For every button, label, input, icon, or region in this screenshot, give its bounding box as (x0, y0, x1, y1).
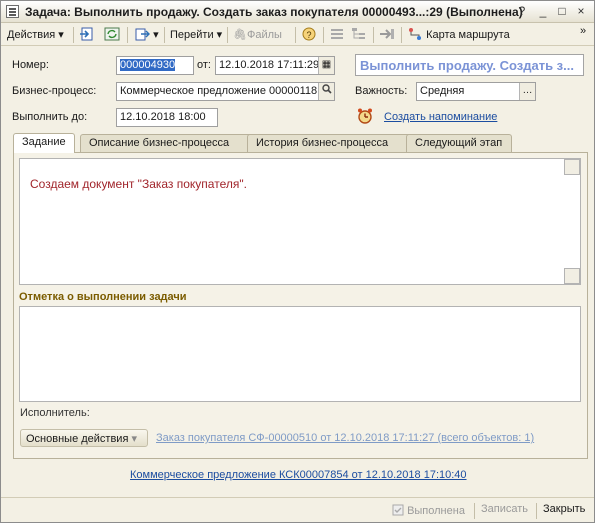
bottom-separator (474, 503, 475, 519)
toolbar-separator (295, 27, 296, 43)
redirect-button[interactable] (379, 27, 395, 43)
toolbar-separator (227, 27, 228, 43)
structure-button[interactable] (351, 27, 367, 43)
scroll-up-button[interactable] (564, 159, 580, 175)
chevron-down-icon: ▾ (58, 29, 64, 41)
document-icon (6, 5, 19, 18)
help-button[interactable]: ? (514, 4, 530, 19)
create-based-on-button[interactable]: ▾ (134, 27, 159, 43)
task-window: Задача: Выполнить продажу. Создать заказ… (0, 0, 595, 523)
list-icon (331, 29, 343, 39)
importance-field[interactable]: Средняя … (416, 82, 536, 101)
date-value: 12.10.2018 17:11:29 (219, 59, 320, 71)
bottom-bar: Выполнена Записать Закрыть (1, 497, 594, 522)
due-value: 12.10.2018 18:00 (120, 111, 206, 123)
actions-menu-label: Действия (7, 29, 56, 41)
help-icon: ? (302, 27, 316, 41)
date-label: от: (197, 59, 211, 71)
header-caption: Выполнить продажу. Создать з... (355, 54, 584, 76)
goto-menu[interactable]: Перейти ▾ (170, 27, 222, 43)
completion-heading: Отметка о выполнении задачи (19, 291, 187, 303)
tab-strip: Задание Описание бизнес-процесса История… (13, 133, 586, 153)
refresh-button[interactable] (104, 27, 120, 43)
create-based-icon (135, 28, 150, 41)
actions-menu[interactable]: Действия ▾ (7, 27, 64, 43)
route-map-label: Карта маршрута (426, 29, 510, 41)
alarm-clock-icon (358, 108, 372, 124)
list-view-button[interactable] (329, 27, 345, 43)
related-order-link[interactable]: Заказ покупателя СФ-00000510 от 12.10.20… (156, 432, 534, 444)
chevron-down-icon: ▾ (131, 433, 138, 445)
toolbar-separator (164, 27, 165, 43)
toolbar-overflow-button[interactable]: » (580, 24, 586, 40)
done-button[interactable]: Выполнена (392, 503, 465, 517)
close-button[interactable]: Закрыть (543, 503, 585, 515)
bottom-separator (536, 503, 537, 519)
svg-text:?: ? (306, 30, 311, 40)
due-field[interactable]: 12.10.2018 18:00 (116, 108, 218, 127)
done-label: Выполнена (407, 505, 465, 517)
files-label: Файлы (246, 29, 282, 41)
tab-task[interactable]: Задание (13, 133, 75, 153)
importance-value: Средняя (420, 85, 465, 97)
process-value: Коммерческое предложение 00000118 (120, 85, 318, 97)
number-value: 000004930 (120, 59, 176, 71)
maximize-button[interactable]: □ (554, 4, 570, 19)
task-description-area[interactable]: Создаем документ "Заказ покупателя". (19, 158, 581, 285)
process-label: Бизнес-процесс: (12, 85, 97, 97)
main-actions-menu[interactable]: Основные действия ▾ (20, 429, 148, 447)
post-icon (80, 27, 93, 41)
save-button[interactable]: Записать (481, 503, 528, 515)
route-map-icon (409, 28, 421, 40)
executor-label: Исполнитель: (20, 407, 90, 419)
task-description-text: Создаем документ "Заказ покупателя". (30, 177, 247, 191)
process-field[interactable]: Коммерческое предложение 00000118 (116, 82, 335, 101)
toolbar-separator (127, 27, 128, 43)
date-field[interactable]: 12.10.2018 17:11:29 ▦ (215, 56, 335, 75)
ellipsis-icon[interactable]: … (519, 83, 535, 100)
window-title: Задача: Выполнить продажу. Создать заказ… (25, 5, 523, 19)
chevron-down-icon: ▾ (153, 29, 159, 41)
magnifier-glyph (321, 84, 332, 94)
toolbar-separator (401, 27, 402, 43)
files-button[interactable]: 🖇Файлы (233, 27, 282, 43)
basis-document-link[interactable]: Коммерческое предложение КСК00007854 от … (130, 469, 467, 481)
paperclip-icon: 🖇 (233, 29, 247, 41)
toolbar-separator (323, 27, 324, 43)
tab-process-history[interactable]: История бизнес-процесса (247, 134, 412, 152)
search-icon[interactable] (318, 83, 334, 100)
post-and-close-button[interactable] (79, 27, 95, 43)
toolbar-separator (373, 27, 374, 43)
route-map-button[interactable]: Карта маршрута (407, 27, 510, 43)
goto-menu-label: Перейти (170, 29, 214, 41)
double-chevron-icon: » (580, 25, 587, 37)
create-reminder-link[interactable]: Создать напоминание (384, 111, 497, 123)
minimize-button[interactable]: _ (535, 4, 551, 19)
task-tab-panel: Создаем документ "Заказ покупателя". Отм… (13, 152, 588, 459)
tab-process-description[interactable]: Описание бизнес-процесса (80, 134, 253, 152)
title-bar: Задача: Выполнить продажу. Создать заказ… (1, 1, 594, 23)
help-toolbar-button[interactable]: ? (301, 27, 317, 43)
calendar-icon[interactable]: ▦ (318, 57, 334, 74)
importance-label: Важность: (355, 85, 408, 97)
redirect-icon (380, 29, 394, 39)
done-icon (392, 504, 404, 516)
number-field[interactable]: 000004930 (116, 56, 194, 75)
due-label: Выполнить до: (12, 111, 88, 123)
tab-next-stage[interactable]: Следующий этап (406, 134, 512, 152)
completion-note-field[interactable] (19, 306, 581, 402)
toolbar: Действия ▾ ▾ Перейти ▾ 🖇Файлы ? Карта ма… (1, 24, 594, 46)
close-window-button[interactable]: × (573, 4, 589, 19)
scroll-down-button[interactable] (564, 268, 580, 284)
number-label: Номер: (12, 59, 49, 71)
structure-icon (352, 28, 365, 39)
main-actions-label: Основные действия (26, 433, 129, 445)
toolbar-separator (73, 27, 74, 43)
reminder-button[interactable] (356, 107, 374, 128)
chevron-down-icon: ▾ (216, 29, 223, 41)
refresh-icon (104, 27, 120, 41)
